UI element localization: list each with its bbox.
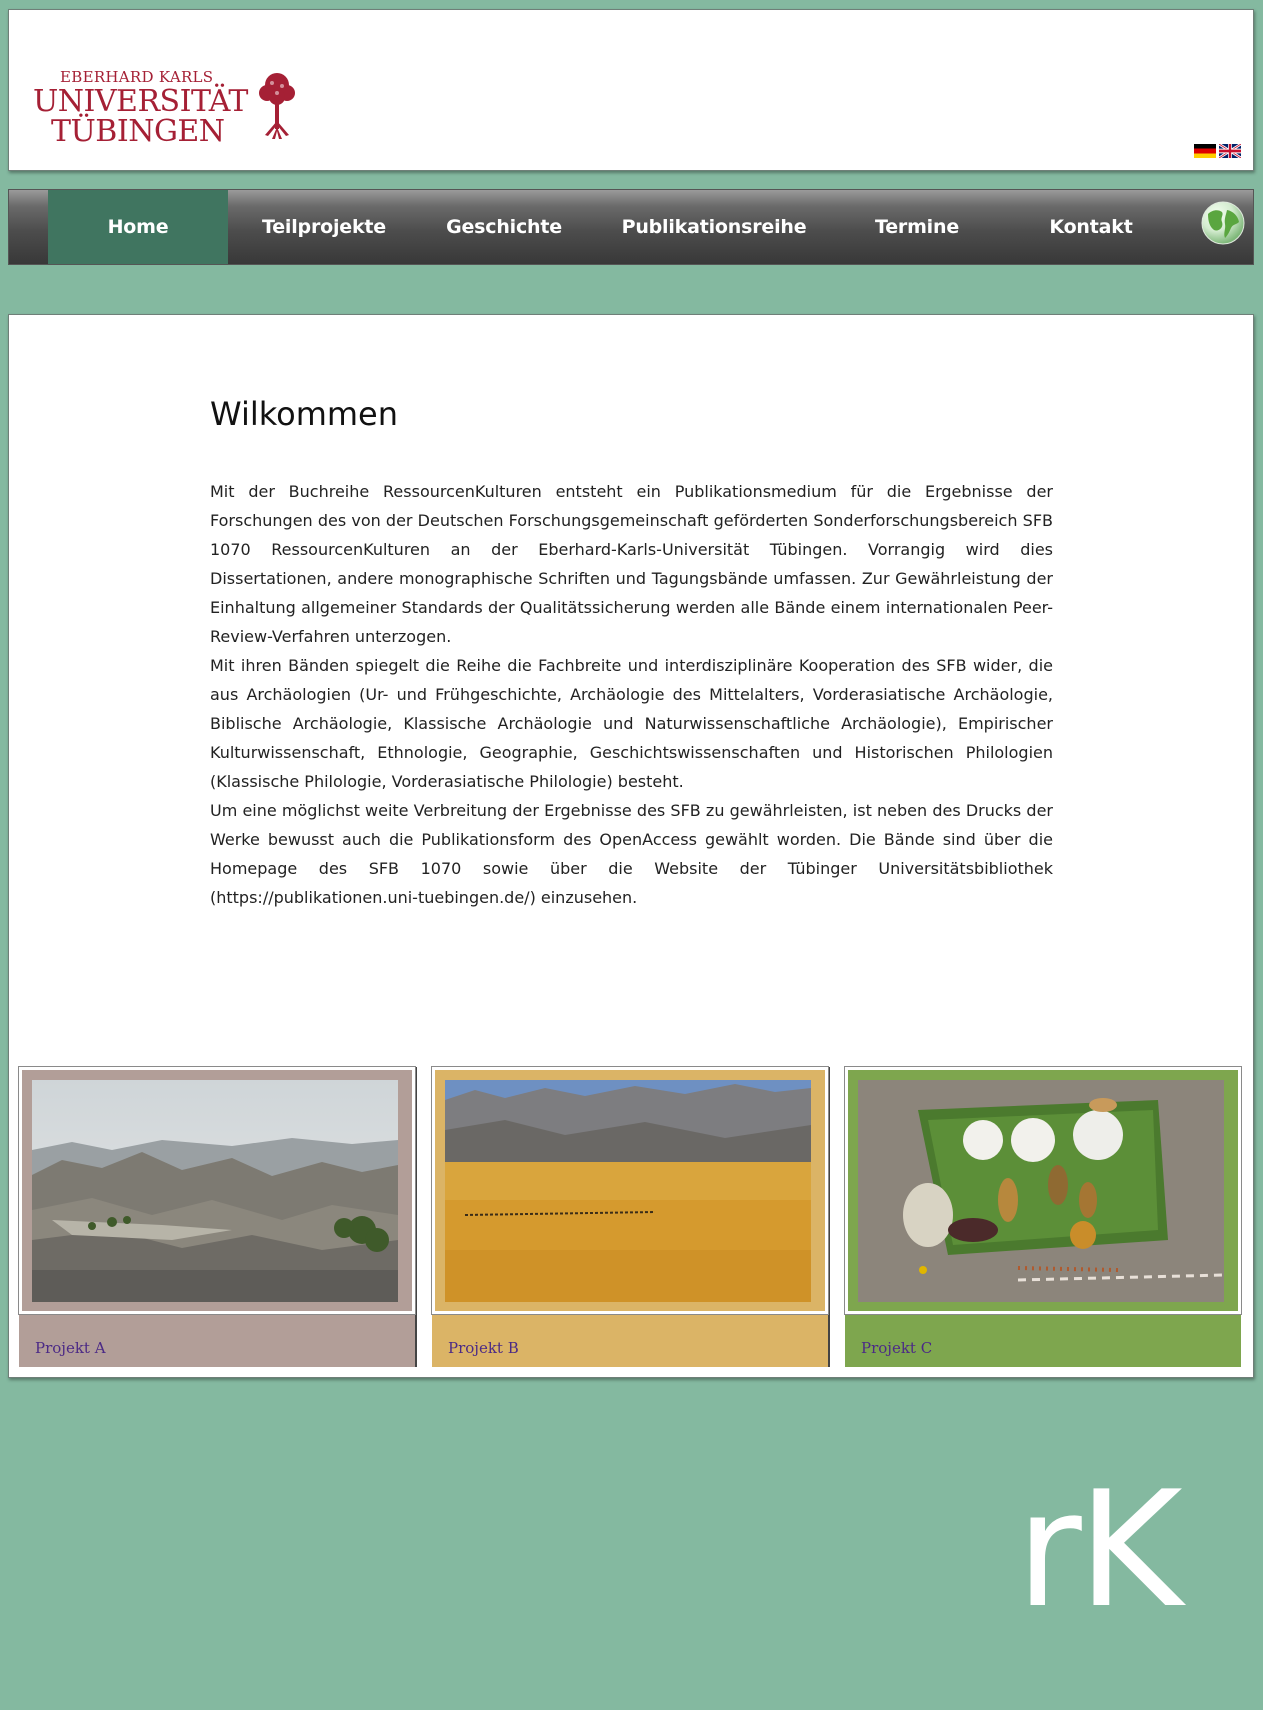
project-label[interactable]: Projekt A [35,1339,106,1357]
paragraph: Um eine möglichst weite Verbreitung der … [210,801,1053,907]
project-label[interactable]: Projekt B [448,1339,519,1357]
nav-geschichte[interactable]: Geschichte [419,190,589,264]
globe-icon[interactable] [1200,200,1246,246]
main-navigation: Home Teilprojekte Geschichte Publikation… [8,189,1254,265]
rk-logo: rK [1016,1456,1183,1643]
landscape-photo-a [32,1080,398,1302]
nav-teilprojekte[interactable]: Teilprojekte [233,190,415,264]
nav-publikationsreihe[interactable]: Publikationsreihe [609,190,819,264]
university-logo[interactable]: EBERHARD KARLS UNIVERSITÄT TÜBINGEN [26,54,306,149]
de-flag-icon[interactable] [1194,144,1216,158]
paragraph: Mit der Buchreihe RessourcenKulturen ent… [210,482,1053,646]
tree-emblem-icon [259,73,295,139]
logo-line-3: TÜBINGEN [51,114,225,149]
project-card-c[interactable]: Projekt C [844,1066,1242,1367]
paragraph: Mit ihren Bänden spiegelt die Reihe die … [210,656,1053,791]
language-switcher [1194,144,1241,158]
uk-flag-icon[interactable] [1219,144,1241,158]
project-card-a[interactable]: Projekt A [18,1066,417,1367]
food-photo-c [858,1080,1224,1302]
header: EBERHARD KARLS UNIVERSITÄT TÜBINGEN [8,9,1254,171]
project-label[interactable]: Projekt C [861,1339,932,1357]
intro-text: Mit der Buchreihe RessourcenKulturen ent… [210,477,1053,912]
landscape-photo-b [445,1080,811,1302]
project-card-b[interactable]: Projekt B [431,1066,830,1367]
nav-termine[interactable]: Termine [827,190,1007,264]
content-panel: Wilkommen Mit der Buchreihe RessourcenKu… [8,314,1254,1378]
nav-home[interactable]: Home [48,190,228,264]
page-title: Wilkommen [210,395,398,433]
nav-kontakt[interactable]: Kontakt [1001,190,1181,264]
